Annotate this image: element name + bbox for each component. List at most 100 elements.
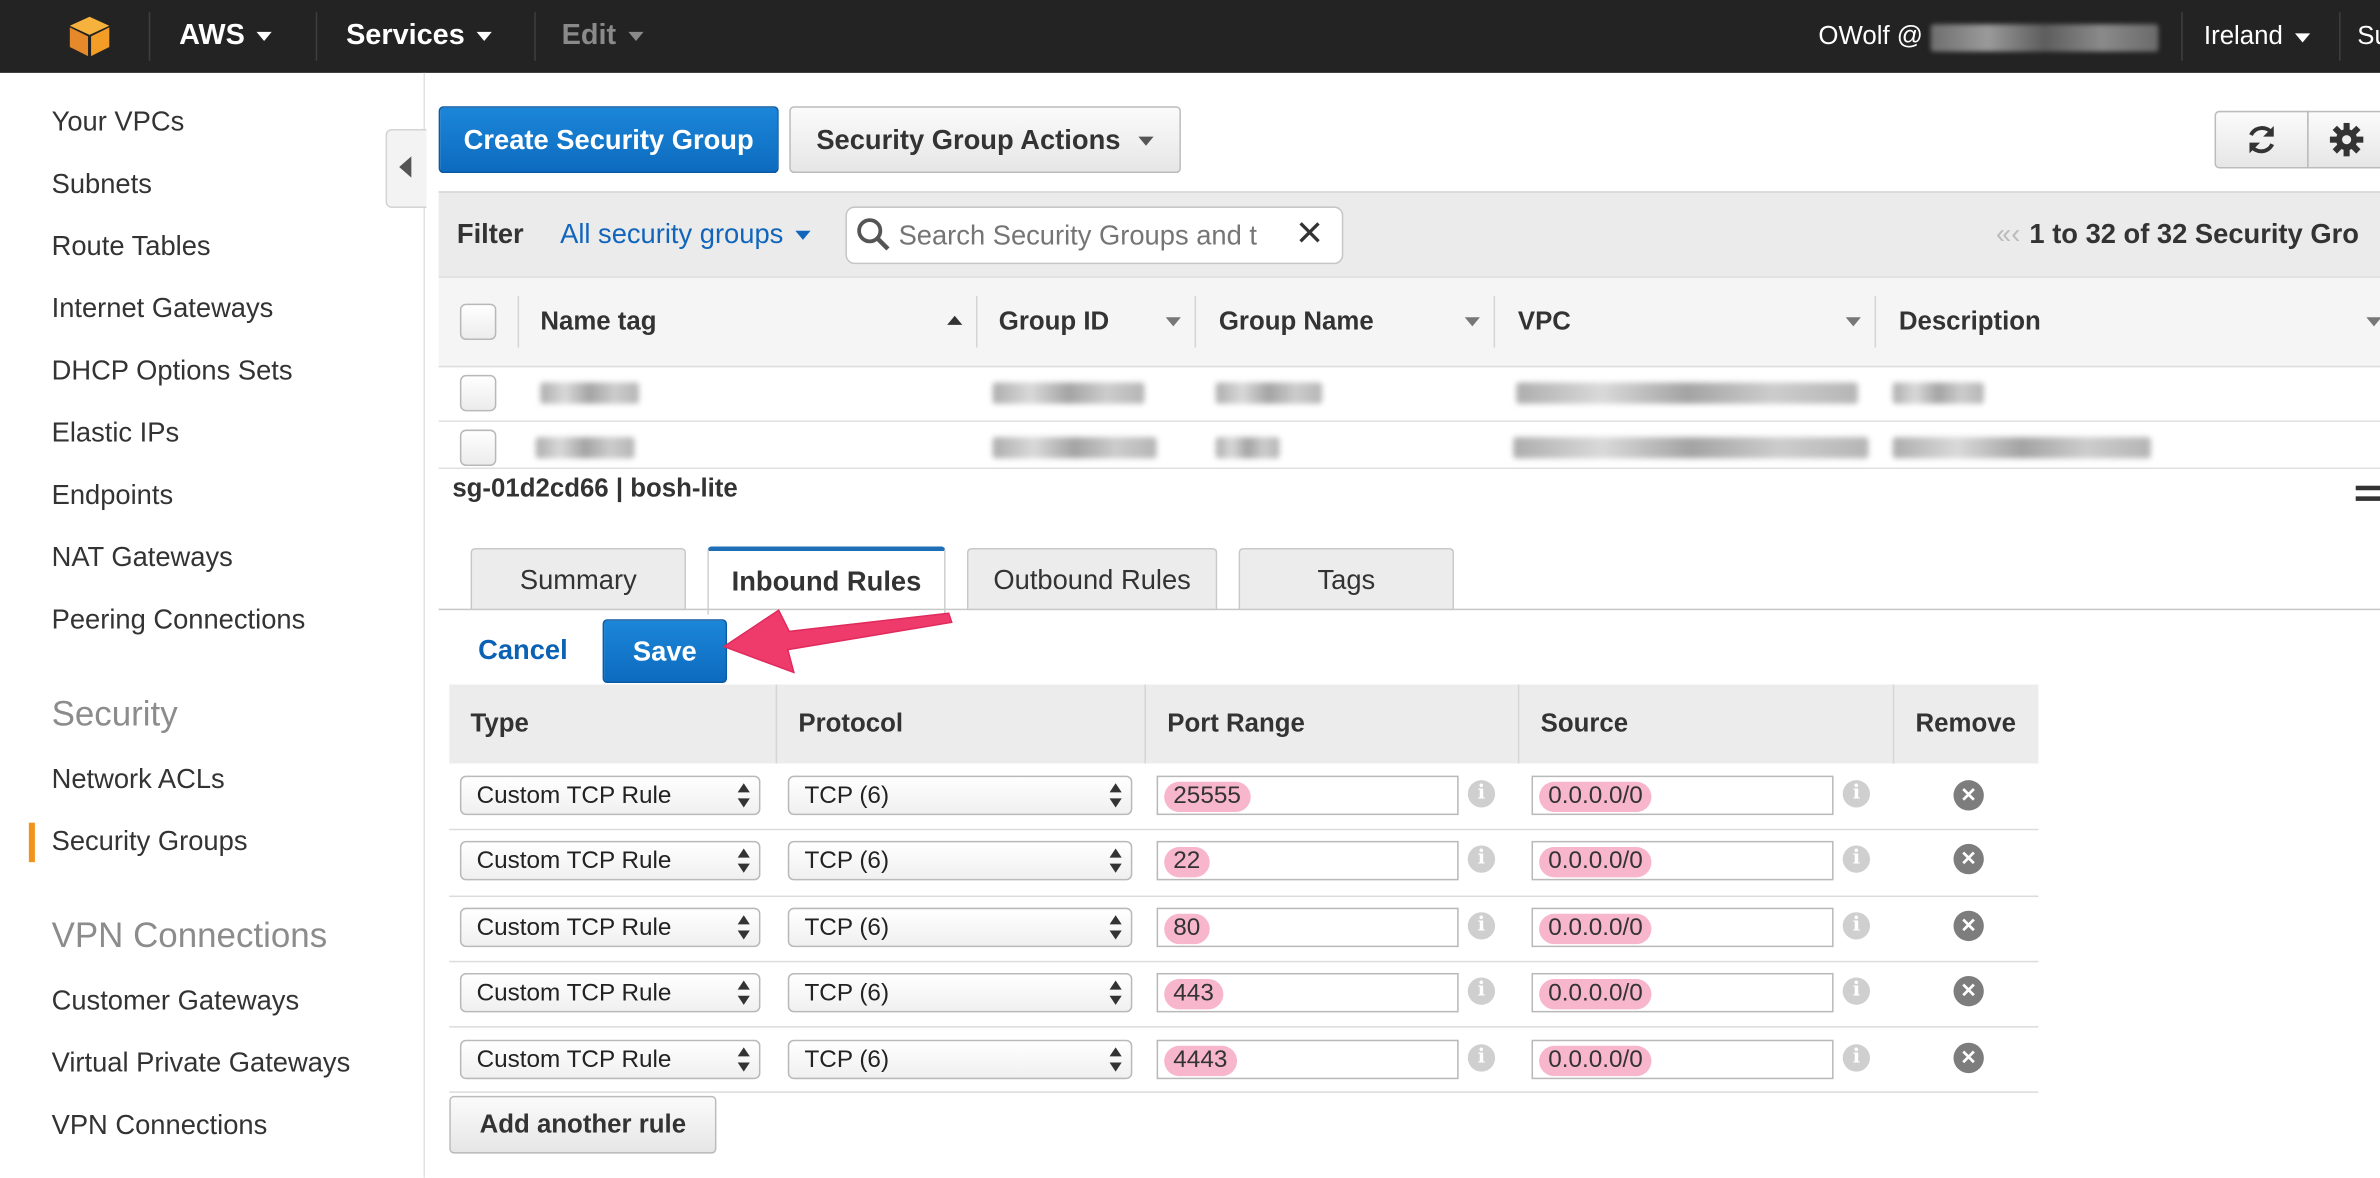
rule-protocol-select[interactable]: TCP (6)	[787, 972, 1133, 1013]
port-range-value: 4443	[1164, 1045, 1237, 1077]
remove-rule-icon[interactable]: ✕	[1953, 843, 1984, 875]
remove-rule-icon[interactable]: ✕	[1953, 780, 1984, 811]
column-vpc[interactable]: VPC	[1518, 278, 1571, 366]
column-name-tag[interactable]: Name tag	[540, 278, 656, 366]
sidebar-item-customer-gateways[interactable]: Customer Gateways	[52, 985, 300, 1017]
sidebar-item-nat-gateways[interactable]: NAT Gateways	[52, 542, 233, 574]
remove-rule-icon[interactable]: ✕	[1953, 975, 1984, 1007]
clear-search-icon[interactable]: ×	[1296, 209, 1323, 258]
source-input[interactable]: 0.0.0.0/0	[1531, 907, 1834, 948]
rule-protocol-select[interactable]: TCP (6)	[787, 775, 1133, 816]
region-menu[interactable]: Ireland	[2203, 0, 2311, 73]
info-icon[interactable]: i	[1842, 912, 1871, 940]
port-range-input[interactable]: 443	[1156, 972, 1459, 1013]
select-arrows-icon	[737, 1047, 750, 1072]
info-icon[interactable]: i	[1467, 912, 1496, 940]
support-menu[interactable]: Su	[2357, 0, 2380, 73]
info-icon[interactable]: i	[1467, 845, 1496, 873]
sidebar-item-subnets[interactable]: Subnets	[52, 168, 152, 200]
sidebar-collapse-button[interactable]	[385, 129, 427, 208]
info-icon[interactable]: i	[1467, 1044, 1496, 1072]
sort-asc-icon[interactable]	[947, 315, 963, 325]
aws-menu-label: AWS	[179, 19, 245, 52]
sidebar-item-internet-gateways[interactable]: Internet Gateways	[52, 293, 274, 325]
chevron-left-icon	[399, 156, 412, 178]
security-group-actions-button[interactable]: Security Group Actions	[789, 106, 1181, 174]
source-input[interactable]: 0.0.0.0/0	[1531, 840, 1834, 881]
port-range-input[interactable]: 22	[1156, 840, 1459, 881]
sidebar-item-vpn-connections[interactable]: VPN Connections	[52, 1110, 268, 1142]
column-description[interactable]: Description	[1899, 278, 2041, 366]
info-icon[interactable]: i	[1842, 1044, 1871, 1072]
aws-menu[interactable]: AWS	[179, 0, 273, 73]
add-another-rule-button[interactable]: Add another rule	[449, 1095, 717, 1154]
info-icon[interactable]: i	[1467, 977, 1496, 1005]
save-button[interactable]: Save	[602, 619, 728, 684]
region-label: Ireland	[2203, 21, 2283, 51]
rule-protocol-select[interactable]: TCP (6)	[787, 907, 1133, 948]
row-checkbox[interactable]	[459, 374, 497, 412]
select-arrows-icon	[1109, 915, 1122, 940]
info-icon[interactable]: i	[1467, 780, 1496, 808]
column-group-name[interactable]: Group Name	[1219, 278, 1374, 366]
column-remove: Remove	[1915, 708, 2016, 738]
source-input[interactable]: 0.0.0.0/0	[1531, 972, 1834, 1013]
account-menu[interactable]: OWolf @	[1818, 0, 2158, 73]
info-icon[interactable]: i	[1842, 977, 1871, 1005]
table-row[interactable]	[438, 422, 2380, 470]
sidebar-item-security-groups[interactable]: Security Groups	[52, 826, 248, 858]
search-input[interactable]	[895, 214, 1294, 257]
rule-type-select[interactable]: Custom TCP Rule	[459, 972, 761, 1013]
select-all-checkbox[interactable]	[459, 303, 497, 341]
source-input[interactable]: 0.0.0.0/0	[1531, 775, 1834, 816]
sort-icon[interactable]	[1464, 317, 1480, 327]
tab-tags[interactable]: Tags	[1238, 547, 1455, 611]
sidebar-item-network-acls[interactable]: Network ACLs	[52, 763, 225, 795]
cancel-button[interactable]: Cancel	[478, 634, 568, 666]
row-checkbox[interactable]	[459, 429, 497, 466]
rule-type-value: Custom TCP Rule	[476, 783, 672, 810]
rule-row: Custom TCP Rule TCP (6) 4443 i 0.0.0.0/0…	[449, 1026, 2039, 1093]
panel-resize-handle[interactable]	[2355, 485, 2380, 501]
first-page-icon[interactable]: «	[1996, 219, 2011, 249]
port-range-input[interactable]: 25555	[1156, 775, 1459, 816]
port-range-input[interactable]: 80	[1156, 907, 1459, 948]
sidebar-item-endpoints[interactable]: Endpoints	[52, 480, 174, 512]
rule-type-select[interactable]: Custom TCP Rule	[459, 775, 761, 816]
select-arrows-icon	[1109, 848, 1122, 873]
source-input[interactable]: 0.0.0.0/0	[1531, 1039, 1834, 1080]
annotation-arrow-icon	[722, 609, 953, 674]
prev-page-icon[interactable]: ‹	[2011, 219, 2020, 249]
sort-icon[interactable]	[2366, 317, 2380, 327]
sidebar-item-dhcp-options-sets[interactable]: DHCP Options Sets	[52, 355, 293, 387]
sidebar-item-virtual-private-gateways[interactable]: Virtual Private Gateways	[52, 1047, 351, 1079]
info-icon[interactable]: i	[1842, 845, 1871, 873]
sidebar-item-peering-connections[interactable]: Peering Connections	[52, 604, 306, 636]
create-security-group-button[interactable]: Create Security Group	[438, 106, 779, 174]
column-group-id[interactable]: Group ID	[999, 278, 1109, 366]
rule-protocol-select[interactable]: TCP (6)	[787, 1039, 1133, 1080]
port-range-value: 25555	[1164, 781, 1250, 813]
sort-icon[interactable]	[1165, 317, 1181, 327]
sort-icon[interactable]	[1845, 317, 1861, 327]
tab-summary[interactable]: Summary	[470, 547, 687, 611]
settings-button[interactable]	[2307, 110, 2380, 169]
filter-scope-dropdown[interactable]: All security groups	[560, 193, 811, 276]
edit-menu[interactable]: Edit	[562, 0, 644, 73]
rule-type-select[interactable]: Custom TCP Rule	[459, 907, 761, 948]
redacted-cell	[992, 437, 1157, 459]
rule-type-select[interactable]: Custom TCP Rule	[459, 840, 761, 881]
remove-rule-icon[interactable]: ✕	[1953, 910, 1984, 942]
refresh-button[interactable]	[2214, 110, 2309, 169]
sidebar-item-your-vpcs[interactable]: Your VPCs	[52, 106, 185, 138]
rule-protocol-select[interactable]: TCP (6)	[787, 840, 1133, 881]
sidebar-item-route-tables[interactable]: Route Tables	[52, 231, 211, 263]
remove-rule-icon[interactable]: ✕	[1953, 1042, 1984, 1074]
rule-type-select[interactable]: Custom TCP Rule	[459, 1039, 761, 1080]
info-icon[interactable]: i	[1842, 780, 1871, 808]
sidebar-item-elastic-ips[interactable]: Elastic IPs	[52, 417, 180, 449]
table-row[interactable]	[438, 366, 2380, 422]
services-menu[interactable]: Services	[346, 0, 493, 73]
aws-logo-icon[interactable]	[67, 14, 113, 60]
port-range-input[interactable]: 4443	[1156, 1039, 1459, 1080]
